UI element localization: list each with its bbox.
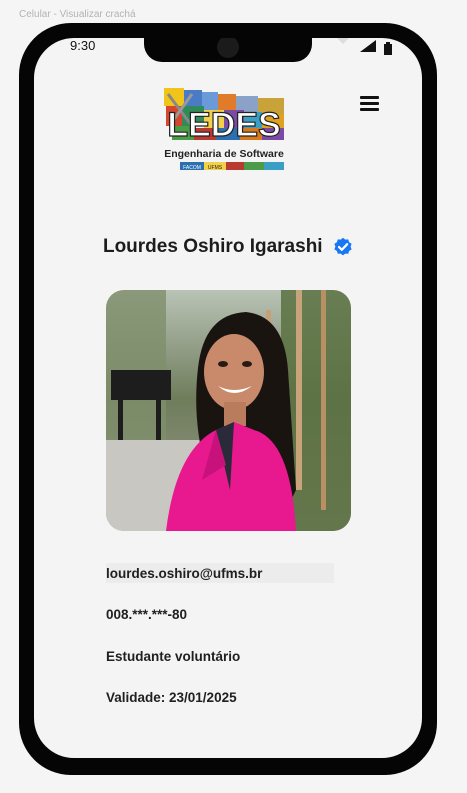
verified-check-icon: [334, 237, 352, 256]
profile-name-row: Lourdes Oshiro Igarashi: [34, 236, 422, 258]
ledes-logo: LEDES Engenharia de Software FACOM UFMS: [162, 86, 286, 182]
profile-name: Lourdes Oshiro Igarashi: [102, 236, 323, 257]
frame-title: Celular - Visualizar crachá: [19, 9, 136, 20]
wifi-icon: [337, 38, 349, 44]
hamburger-menu-icon[interactable]: [360, 96, 380, 112]
profile-role: Estudante voluntário: [106, 649, 241, 664]
profile-photo: [106, 290, 351, 531]
profile-email: lourdes.oshiro@ufms.br: [106, 566, 263, 581]
logo-badge-ufms: UFMS: [208, 165, 223, 171]
logo-main-text: LEDES: [167, 106, 280, 144]
status-time: 9:30: [70, 38, 96, 53]
phone-notch: [144, 38, 312, 62]
signal-icon: [360, 40, 376, 52]
logo-sub-text: Engenharia de Software: [164, 148, 284, 160]
profile-validity: Validade: 23/01/2025: [106, 690, 237, 705]
front-camera: [217, 38, 239, 58]
logo-badge-facom: FACOM: [183, 165, 201, 171]
phone-screen: 9:30 LEDES Engenharia de Software FACOM …: [34, 38, 422, 758]
profile-cpf: 008.***.***-80: [106, 607, 188, 622]
battery-icon: [384, 42, 392, 55]
phone-frame: 9:30 LEDES Engenharia de Software FACOM …: [19, 23, 437, 775]
